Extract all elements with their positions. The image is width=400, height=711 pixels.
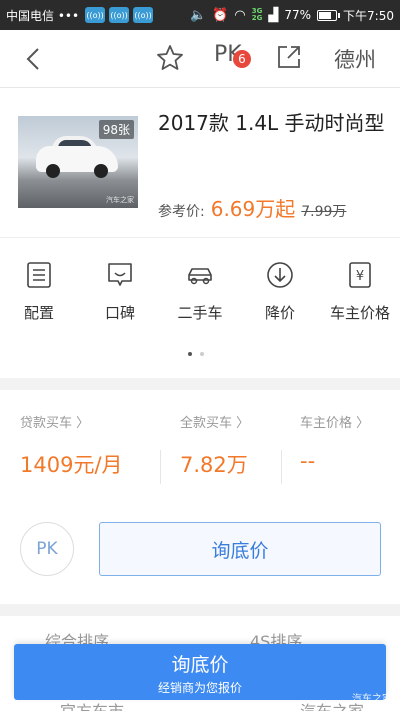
menu-item-used-car[interactable]: 二手车 (164, 260, 236, 323)
price-drop-icon (267, 262, 293, 288)
divider (160, 450, 161, 484)
share-icon[interactable] (275, 43, 303, 71)
alarm-icon: ⏰ (212, 7, 229, 23)
review-icon (108, 263, 132, 286)
section-divider (0, 378, 400, 390)
divider (281, 450, 282, 484)
purchase-options: 贷款买车 〉 1409元/月 全款买车 〉 7.82万 车主价格 〉 -- PK… (0, 390, 400, 600)
network-type-icon: 3G 2G (251, 7, 263, 22)
menu-item-owner-price[interactable]: ¥ 车主价格 (324, 260, 396, 323)
loan-purchase-label: 贷款买车 〉 (20, 416, 90, 431)
battery-icon (317, 9, 341, 21)
reference-price-label: 参考价: (158, 204, 205, 220)
owner-price-label: 车主价格 〉 (300, 416, 370, 431)
loan-monthly-value: 1409元/月 (20, 453, 123, 477)
notification-icon: ((o)) (85, 7, 106, 23)
loan-purchase[interactable]: 贷款买车 〉 1409元/月 (20, 390, 123, 479)
signal-icon: ▟ (268, 7, 279, 23)
owner-price-value: -- (300, 449, 316, 473)
full-purchase-value: 7.82万 (180, 453, 248, 477)
car-summary: 98张 汽车之家 2017款 1.4L 手动时尚型 参考价: 6.69万起 7.… (0, 88, 400, 238)
price-row: 参考价: 6.69万起 7.99万 (158, 193, 346, 222)
page-dot (200, 352, 204, 356)
car-photo[interactable]: 98张 汽车之家 (18, 116, 138, 208)
top-nav-bar: PK 6 德州 (0, 30, 400, 88)
back-arrow-icon[interactable] (20, 44, 50, 74)
full-purchase[interactable]: 全款买车 〉 7.82万 (180, 390, 249, 479)
corner-watermark: 汽车之家 (352, 694, 392, 705)
status-bar: 中国电信 ••• ((o)) ((o)) ((o)) 🔈 ⏰ ◠ 3G 2G ▟ … (0, 0, 400, 30)
svg-text:¥: ¥ (356, 269, 364, 284)
config-icon (27, 262, 51, 288)
clock: 下午7:50 (343, 8, 394, 23)
owner-price-icon: ¥ (349, 262, 371, 288)
used-car-icon (188, 268, 212, 285)
pk-count-badge: 6 (233, 50, 251, 68)
carrier-label: 中国电信 ••• (6, 8, 80, 23)
reference-price: 6.69万起 (210, 197, 296, 221)
full-purchase-label: 全款买车 〉 (180, 416, 250, 431)
menu-item-price-drop[interactable]: 降价 (244, 260, 316, 323)
pk-button[interactable]: PK (20, 522, 74, 576)
inquiry-button[interactable]: 询底价 (99, 522, 381, 576)
original-price: 7.99万 (301, 204, 347, 220)
photo-watermark: 汽车之家 (106, 196, 134, 204)
photo-count-badge: 98张 (98, 120, 134, 139)
wifi-icon: ◠ (234, 7, 246, 23)
page-dot (188, 352, 192, 356)
menu-item-reviews[interactable]: 口碑 (84, 260, 156, 323)
city-selector[interactable]: 德州 (334, 44, 376, 74)
battery-percent: 77% (284, 8, 312, 22)
bottom-inquiry-button[interactable]: 询底价 经销商为您报价 (14, 644, 386, 700)
car-model-title: 2017款 1.4L 手动时尚型 (158, 111, 385, 135)
notification-icon: ((o)) (133, 7, 154, 23)
menu-item-config[interactable]: 配置 (3, 260, 75, 323)
feature-menu: 配置 口碑 二手车 降价 ¥ 车主价格 (0, 260, 400, 350)
bottom-inquiry-sublabel: 经销商为您报价 (157, 681, 242, 695)
favorite-star-icon[interactable] (155, 43, 185, 73)
section-divider (0, 604, 400, 616)
notification-icons: ((o)) ((o)) ((o)) (85, 7, 154, 23)
bottom-inquiry-label: 询底价 (171, 654, 229, 676)
notification-icon: ((o)) (109, 7, 130, 23)
menu-page-indicator (188, 352, 204, 356)
volume-icon: 🔈 (190, 7, 207, 23)
owner-price[interactable]: 车主价格 〉 -- (300, 390, 369, 473)
